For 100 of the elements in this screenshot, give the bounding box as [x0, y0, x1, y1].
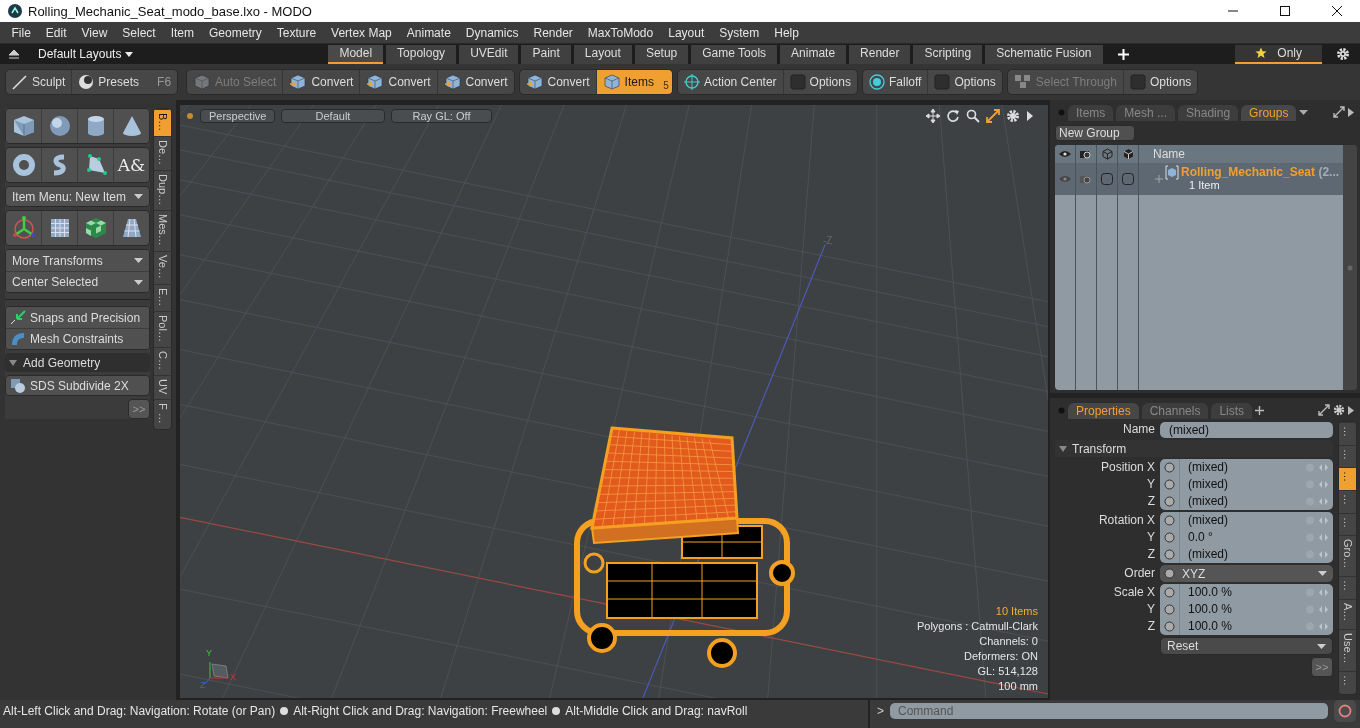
layout-tab[interactable]: UVEdit — [459, 44, 519, 64]
animation-toggle-icon[interactable] — [1164, 496, 1175, 507]
menu-item[interactable]: File — [4, 25, 39, 40]
new-group-button[interactable]: New Group — [1055, 125, 1135, 141]
side-tab[interactable]: B… — [154, 109, 171, 137]
transform-dropdown[interactable]: Center Selected — [6, 271, 149, 292]
animation-toggle-icon[interactable] — [1164, 532, 1175, 543]
settings-icon[interactable] — [1336, 47, 1350, 61]
text-tool[interactable]: A& — [113, 148, 149, 182]
mode-button[interactable]: Presets F6 — [71, 70, 178, 94]
only-toggle[interactable]: Only — [1235, 44, 1322, 64]
side-tab[interactable]: … — [1339, 422, 1356, 445]
side-tab[interactable]: Ve… — [154, 251, 171, 284]
move-view-icon[interactable] — [926, 109, 940, 123]
tool-button[interactable]: Convert — [519, 70, 596, 94]
menu-item[interactable]: MaxToModo — [580, 25, 661, 40]
value-field[interactable]: 100.0 % — [1179, 601, 1305, 618]
tool-button[interactable]: SDS Subdivide 2X — [5, 375, 150, 396]
rotate-view-icon[interactable] — [946, 109, 960, 123]
side-tab[interactable]: … — [1339, 671, 1356, 694]
animation-toggle-icon[interactable] — [1164, 587, 1175, 598]
animation-toggle-icon[interactable] — [1164, 621, 1175, 632]
animation-toggle-icon[interactable] — [1164, 462, 1175, 473]
side-tab[interactable]: A… — [1339, 599, 1356, 630]
panel-tab[interactable]: Properties — [1068, 403, 1139, 419]
side-tab[interactable]: F … — [154, 399, 171, 429]
view-option-button[interactable]: Perspective — [200, 109, 275, 123]
expand-arrow-icon[interactable] — [1026, 111, 1034, 121]
expand-arrow-icon[interactable] — [1348, 107, 1354, 117]
layout-tab[interactable]: Scripting — [913, 44, 983, 64]
layout-tab[interactable]: Model — [328, 44, 384, 64]
options-button[interactable]: Options — [782, 70, 857, 94]
animation-toggle-icon[interactable] — [1164, 515, 1175, 526]
zoom-view-icon[interactable] — [966, 109, 980, 123]
menu-item[interactable]: Animate — [399, 25, 459, 40]
menu-item[interactable]: Help — [766, 25, 807, 40]
layouts-dropdown[interactable]: Default Layouts — [38, 47, 134, 61]
item-menu-dropdown[interactable]: Item Menu: New Item — [5, 186, 150, 207]
view-option-button[interactable]: Default — [281, 109, 385, 123]
animation-toggle-icon[interactable] — [1164, 479, 1175, 490]
side-tab[interactable]: Dup… — [154, 170, 171, 211]
side-tab[interactable]: Gro… — [1339, 535, 1356, 577]
view-option-button[interactable]: Ray GL: Off — [391, 109, 492, 123]
caret-icon[interactable] — [1299, 109, 1309, 115]
menu-item[interactable]: Render — [526, 25, 581, 40]
side-tab[interactable]: … — [1339, 467, 1356, 490]
layout-tab[interactable]: Layout — [573, 44, 632, 64]
layout-tab[interactable]: Game Tools — [691, 44, 778, 64]
value-field[interactable]: (mixed) — [1179, 512, 1305, 529]
side-tab[interactable]: … — [1339, 576, 1356, 600]
menu-item[interactable]: Texture — [269, 25, 324, 40]
layout-tab[interactable]: Animate — [780, 44, 847, 64]
checkbox-icon[interactable] — [1122, 173, 1134, 185]
group-row[interactable]: Rolling_Mechanic_Seat (2... 1 Item — [1055, 163, 1343, 195]
command-field[interactable]: Command — [890, 703, 1328, 719]
side-tab[interactable]: Pol… — [154, 311, 171, 348]
layout-tab[interactable]: Setup — [634, 44, 689, 64]
tool-button[interactable]: Convert — [282, 70, 360, 94]
layout-tab[interactable]: Paint — [521, 44, 571, 64]
tool-button[interactable]: Items 5 — [595, 70, 672, 94]
name-field[interactable]: (mixed) — [1160, 421, 1333, 438]
menu-item[interactable]: View — [74, 25, 115, 40]
settings-icon[interactable] — [1333, 404, 1345, 416]
side-tab[interactable]: Mes… — [154, 210, 171, 252]
animation-toggle-icon[interactable] — [1164, 604, 1175, 615]
section-header[interactable]: Transform — [1055, 440, 1333, 457]
value-field[interactable]: 0.0 ° — [1179, 529, 1305, 546]
side-tab[interactable]: … — [1339, 512, 1356, 536]
menu-item[interactable]: Dynamics — [458, 25, 526, 40]
value-field[interactable]: (mixed) — [1179, 476, 1305, 493]
menu-item[interactable]: Edit — [38, 25, 75, 40]
layout-tab[interactable]: Render — [849, 44, 911, 64]
tool-button[interactable]: Mesh Constraints — [6, 328, 149, 349]
menu-item[interactable]: Geometry — [201, 25, 270, 40]
menu-item[interactable]: Vertex Map — [323, 25, 400, 40]
menu-item[interactable]: Item — [163, 25, 202, 40]
menu-item[interactable]: Layout — [660, 25, 712, 40]
side-tab[interactable]: C… — [154, 347, 171, 376]
side-tab[interactable]: … — [1339, 490, 1356, 513]
panel-tab[interactable]: Groups — [1241, 105, 1297, 121]
viewport-menu-icon[interactable] — [186, 112, 194, 120]
value-field[interactable]: 100.0 % — [1179, 584, 1305, 601]
options-button[interactable]: Options — [1122, 70, 1198, 94]
animation-toggle-icon[interactable] — [1164, 568, 1175, 579]
value-field[interactable]: (mixed) — [1179, 546, 1305, 563]
reset-dropdown[interactable]: Reset — [1160, 637, 1333, 655]
settings-icon[interactable] — [1006, 109, 1020, 123]
layout-tab[interactable]: Schematic Fusion — [985, 44, 1103, 64]
options-button[interactable]: Options — [927, 70, 1002, 94]
add-tab-icon[interactable] — [1255, 405, 1265, 415]
scrollbar[interactable] — [1343, 145, 1357, 390]
tool-button[interactable]: Convert — [359, 70, 437, 94]
tool-button[interactable]: Falloff — [862, 70, 928, 94]
tool-button[interactable]: Snaps and Precision — [6, 307, 149, 328]
value-field[interactable]: (mixed) — [1179, 493, 1305, 510]
tool-button[interactable]: Convert — [436, 70, 514, 94]
checkbox-icon[interactable] — [1101, 173, 1113, 185]
menu-item[interactable]: Select — [114, 25, 164, 40]
maximize-panel-icon[interactable] — [1333, 106, 1345, 118]
side-tab[interactable]: E… — [154, 284, 171, 312]
